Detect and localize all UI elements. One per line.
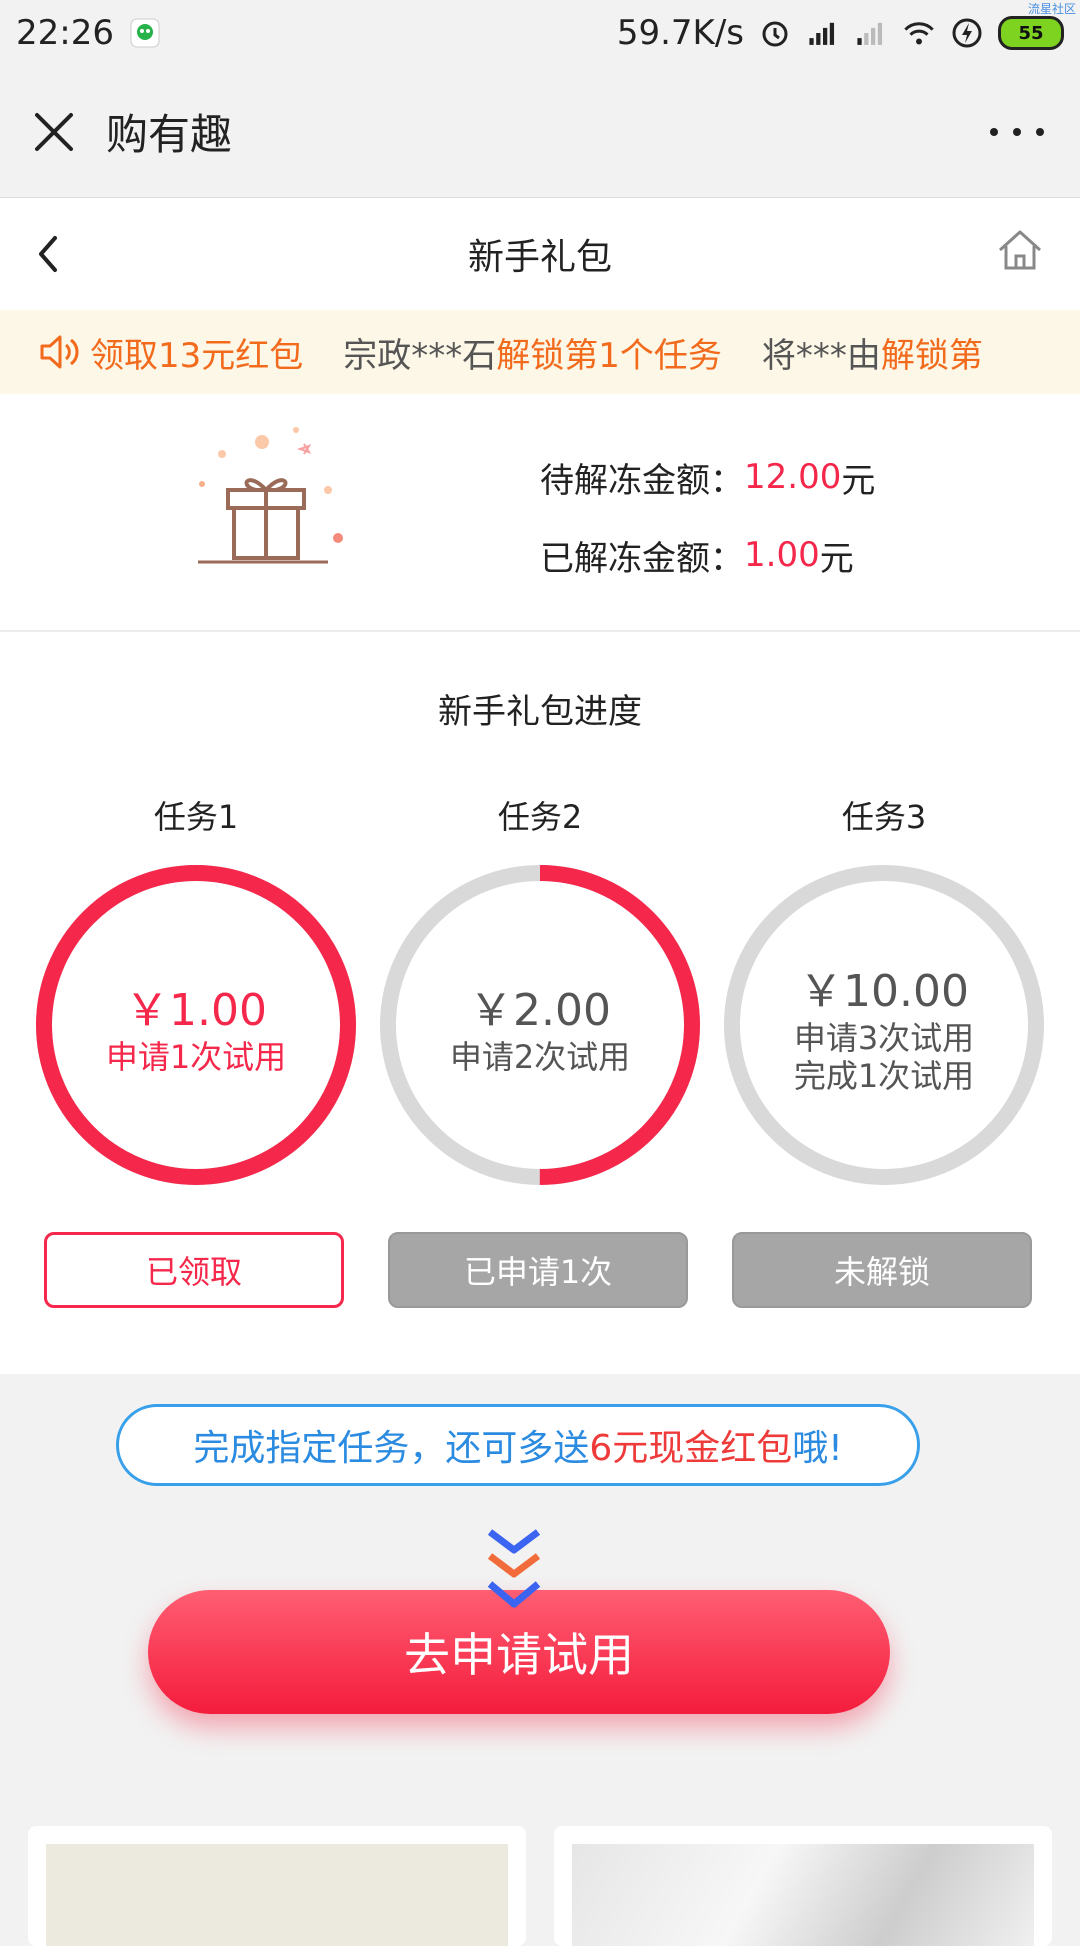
back-button[interactable] — [18, 224, 78, 284]
notice-item: 领取13元红包 — [90, 335, 304, 376]
product-image — [46, 1844, 508, 1946]
product-card[interactable] — [554, 1826, 1052, 1946]
unfrozen-amount-value: 1.00 — [744, 535, 820, 575]
page-header: 新手礼包 — [0, 198, 1080, 310]
gift-progress-section: 新手礼包进度 任务1 ￥1.00 申请1次试用 任务2 ￥2.00 申请2次试用… — [0, 632, 1080, 1374]
notice-item: 宗政***石解锁第1个任务 — [343, 335, 722, 376]
product-cards — [28, 1826, 1052, 1946]
status-time: 22:26 — [16, 13, 114, 53]
pending-amount-row: 待解冻金额： 12.00 元 — [540, 457, 876, 501]
chevron-down-icon — [487, 1581, 541, 1608]
task-3-locked-button[interactable]: 未解锁 — [732, 1232, 1032, 1308]
charging-icon — [950, 16, 984, 50]
task-label: 任务3 — [841, 798, 927, 836]
watermark: 流星社区 — [1027, 2, 1076, 16]
task-requirement-2: 完成1次试用 — [793, 1057, 975, 1095]
task-1-claimed-button[interactable]: 已领取 — [44, 1232, 344, 1308]
task-label: 任务2 — [497, 798, 583, 836]
amount-summary: 待解冻金额： 12.00 元 已解冻金额： 1.00 元 — [0, 394, 1080, 632]
task-reward: ￥1.00 — [125, 985, 267, 1036]
wifi-icon — [902, 16, 936, 50]
network-speed: 59.7K/s — [616, 13, 744, 53]
app-notification-icon — [128, 16, 162, 50]
task-requirement: 申请2次试用 — [449, 1038, 631, 1076]
amount-details: 待解冻金额： 12.00 元 已解冻金额： 1.00 元 — [540, 438, 875, 594]
bottom-section: 完成指定任务，还可多送 6元现金红包 哦! 去申请试用 — [0, 1374, 1080, 1946]
alarm-icon — [758, 16, 792, 50]
task-progress-ring: ￥1.00 申请1次试用 — [31, 860, 361, 1190]
chevron-left-icon — [39, 236, 57, 272]
pending-amount-value: 12.00 — [744, 457, 842, 497]
task-progress-ring: ￥10.00 申请3次试用 完成1次试用 — [719, 860, 1049, 1190]
wechat-header: 购有趣 — [0, 66, 1080, 198]
promo-banner[interactable]: 完成指定任务，还可多送 6元现金红包 哦! — [116, 1404, 920, 1486]
status-bar: 22:26 59.7K/s 55 流星社区 — [0, 0, 1080, 66]
task-label: 任务1 — [153, 798, 239, 836]
wechat-title: 购有趣 — [106, 110, 233, 159]
task-requirement: 申请1次试用 — [105, 1038, 287, 1076]
more-menu-button[interactable] — [990, 122, 1044, 142]
speaker-icon — [38, 329, 84, 375]
home-icon — [998, 230, 1042, 270]
close-icon — [35, 112, 73, 151]
task-reward: ￥2.00 — [469, 985, 611, 1036]
page-title: 新手礼包 — [467, 237, 612, 278]
product-image — [572, 1844, 1034, 1946]
notice-item: 将***由解锁第 — [761, 335, 983, 376]
battery-icon: 55 — [998, 16, 1064, 50]
task-3: 任务3 ￥10.00 申请3次试用 完成1次试用 — [714, 792, 1054, 1190]
notice-bar: 领取13元红包 宗政***石解锁第1个任务 将***由解锁第 — [0, 310, 1080, 394]
task-reward: ￥10.00 — [799, 966, 969, 1017]
home-button[interactable] — [990, 220, 1050, 280]
task-2-status-button[interactable]: 已申请1次 — [388, 1232, 688, 1308]
task-2: 任务2 ￥2.00 申请2次试用 — [370, 792, 710, 1190]
task-1: 任务1 ￥1.00 申请1次试用 — [26, 792, 366, 1190]
signal-icon — [854, 16, 888, 50]
task-progress-ring: ￥2.00 申请2次试用 — [375, 860, 705, 1190]
close-button[interactable] — [26, 104, 82, 160]
gift-box-icon — [198, 427, 343, 564]
unfrozen-amount-row: 已解冻金额： 1.00 元 — [540, 535, 854, 579]
progress-title: 新手礼包进度 — [438, 692, 642, 732]
signal-hd-icon — [806, 16, 840, 50]
product-card[interactable] — [28, 1826, 526, 1946]
task-requirement: 申请3次试用 — [793, 1019, 975, 1057]
